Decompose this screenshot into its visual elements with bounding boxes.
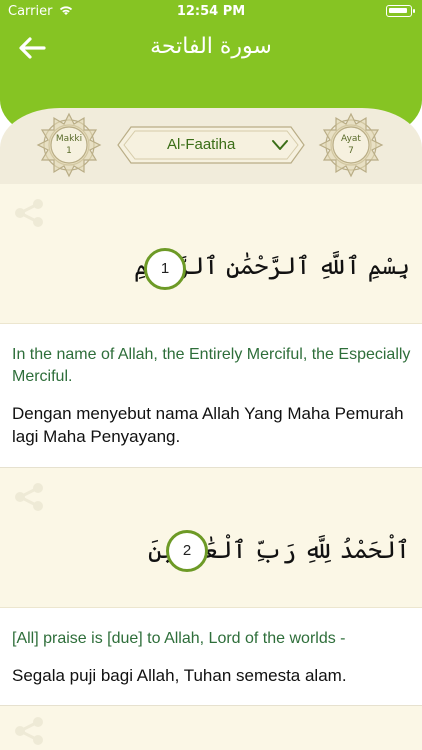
surah-name: Al-Faatiha [167,136,236,153]
ayah-number-badge: 1 [144,248,186,290]
verse-arabic-block [0,706,422,750]
verse-arabic-block: ٱلْحَمْدُ لِلَّهِ رَبِّ ٱلْعَٰلَمِينَ 2 [0,468,422,608]
medallion-type: Ayat [341,134,361,144]
status-bar: Carrier 12:54 PM [0,0,422,24]
makki-medallion: Makki 1 [34,110,104,180]
medallion-type: Makki [55,134,83,144]
ayat-medallion: Ayat 7 [316,110,386,180]
battery-icon [386,5,415,17]
verse-arabic-block: بِسْمِ ٱللَّهِ ٱلرَّحْمَٰنِ ٱلرَّحِيمِ 1 [0,184,422,324]
surah-dropdown[interactable]: Al-Faatiha [117,126,305,164]
english-translation: In the name of Allah, the Entirely Merci… [12,346,411,385]
ornament-icon [36,112,102,178]
share-icon[interactable] [12,196,46,230]
share-icon[interactable] [12,480,46,514]
english-translation: [All] praise is [due] to Allah, Lord of … [12,630,346,647]
verse-translation-block: [All] praise is [due] to Allah, Lord of … [0,608,422,706]
medallion-ayat-count: 7 [348,146,354,156]
verse-translation-block: In the name of Allah, the Entirely Merci… [0,324,422,468]
chevron-down-icon [272,140,288,150]
share-icon[interactable] [12,714,46,748]
ornament-icon [318,112,384,178]
indonesian-translation: Dengan menyebut nama Allah Yang Maha Pem… [12,404,404,446]
indonesian-translation: Segala puji bagi Allah, Tuhan semesta al… [12,666,347,685]
page-title: سورة الفاتحة [150,34,272,59]
status-time: 12:54 PM [176,4,246,19]
ayah-number-badge: 2 [166,530,208,572]
medallion-surah-number: 1 [66,146,72,156]
